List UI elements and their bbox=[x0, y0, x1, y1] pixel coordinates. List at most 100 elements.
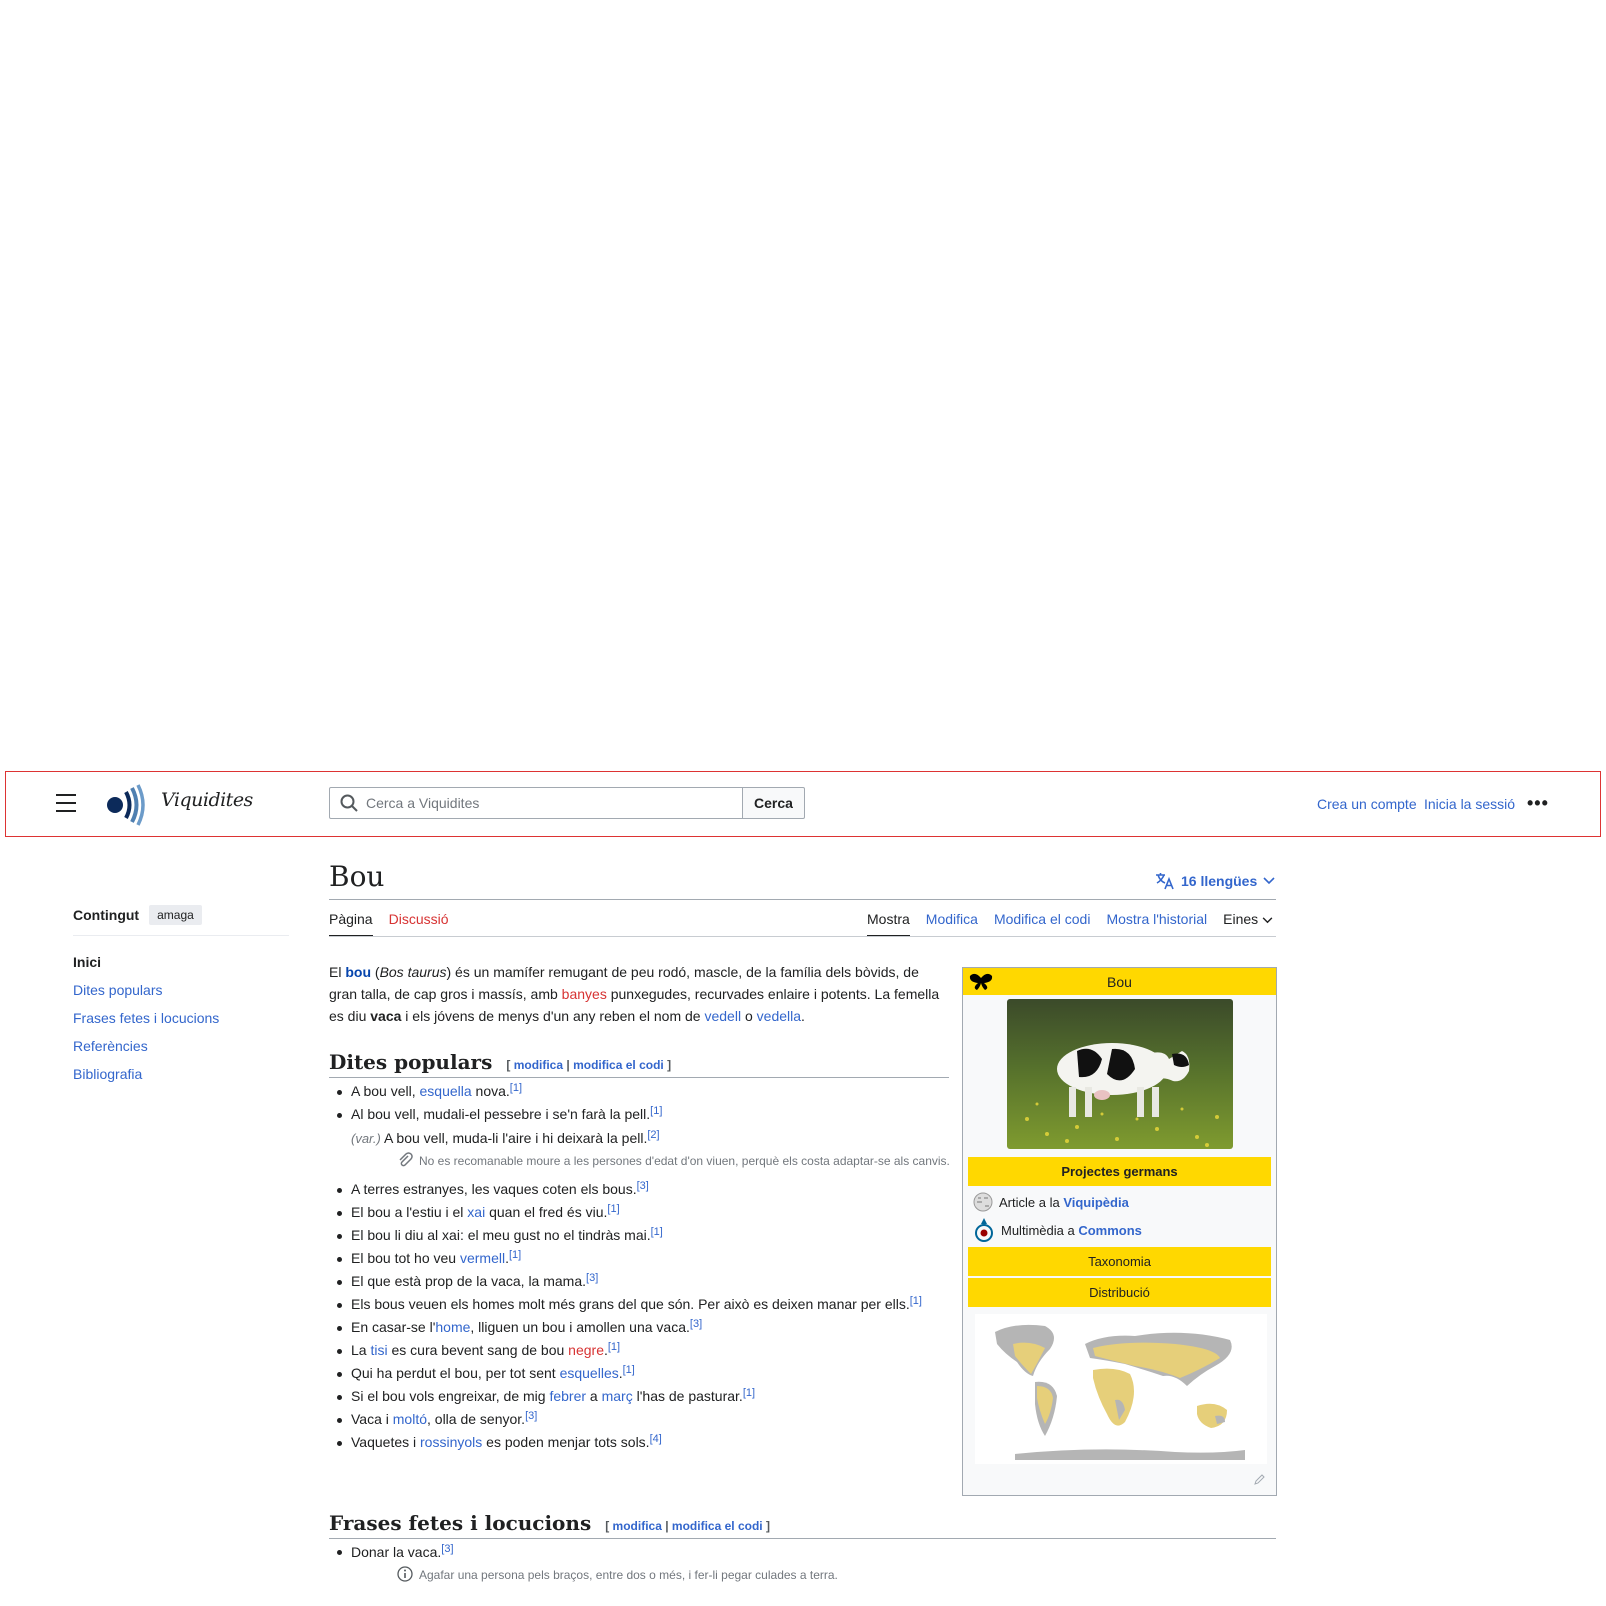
wikiquote-logo-icon[interactable] bbox=[100, 780, 150, 830]
toc-item-frases[interactable]: Frases fetes i locucions bbox=[73, 1010, 219, 1026]
tab-edit[interactable]: Modifica bbox=[926, 911, 978, 937]
taxonomy-band[interactable]: Taxonomia bbox=[968, 1247, 1271, 1276]
banyes-link[interactable]: banyes bbox=[562, 986, 607, 1002]
cow-photo[interactable] bbox=[1007, 999, 1233, 1149]
tisi-link[interactable]: tisi bbox=[370, 1342, 387, 1358]
list-item: En casar-se l'home, lliguen un bou i amo… bbox=[329, 1316, 949, 1339]
translate-icon bbox=[1156, 873, 1174, 890]
paperclip-icon bbox=[399, 1152, 413, 1167]
list-item: Vaquetes i rossinyols es poden menjar to… bbox=[329, 1431, 949, 1454]
search-icon bbox=[340, 794, 358, 812]
negre-link[interactable]: negre bbox=[568, 1342, 604, 1358]
language-button[interactable]: 16 llengües bbox=[1155, 872, 1275, 890]
list-item: El que està prop de la vaca, la mama.[3] bbox=[329, 1270, 949, 1293]
ref-link[interactable]: [3] bbox=[690, 1318, 702, 1330]
tab-discussion[interactable]: Discussió bbox=[389, 911, 449, 937]
ref-link[interactable]: [3] bbox=[441, 1543, 453, 1555]
distribution-map[interactable] bbox=[975, 1314, 1267, 1464]
list-item: El bou tot ho veu vermell.[1] bbox=[329, 1247, 949, 1270]
vermell-link[interactable]: vermell bbox=[460, 1250, 505, 1266]
create-account-link[interactable]: Crea un compte bbox=[1317, 796, 1417, 812]
tools-dropdown[interactable]: Eines bbox=[1223, 911, 1273, 937]
list-item: El bou li diu al xai: el meu gust no el … bbox=[329, 1224, 949, 1247]
section-divider bbox=[329, 1538, 1276, 1539]
list-item: Vaca i moltó, olla de senyor.[3] bbox=[329, 1408, 949, 1431]
view-tabs: Mostra Modifica Modifica el codi Mostra … bbox=[867, 911, 1273, 937]
vedella-link[interactable]: vedella bbox=[757, 1008, 801, 1024]
language-count: 16 llengües bbox=[1181, 873, 1258, 889]
intro-paragraph: El bou (Bos taurus) és un mamífer remuga… bbox=[329, 964, 940, 1024]
vedell-link[interactable]: vedell bbox=[704, 1008, 741, 1024]
ref-link[interactable]: [3] bbox=[637, 1180, 649, 1192]
login-link[interactable]: Inicia la sessió bbox=[1424, 796, 1515, 812]
xai-link[interactable]: xai bbox=[467, 1204, 485, 1220]
list-item: A bou vell, esquella nova.[1] bbox=[329, 1080, 949, 1103]
infobox-title: Bou bbox=[1107, 973, 1132, 990]
ref-link[interactable]: [1] bbox=[510, 1082, 522, 1094]
list-item: Qui ha perdut el bou, per tot sent esque… bbox=[329, 1362, 949, 1385]
edit-source-section-link[interactable]: modifica el codi bbox=[573, 1058, 664, 1072]
esquelles-link[interactable]: esquelles bbox=[560, 1365, 619, 1381]
ref-link[interactable]: [2] bbox=[647, 1129, 659, 1141]
site-header: Viquidites Cerca Crea un compte Inicia l… bbox=[5, 771, 1601, 837]
febrer-link[interactable]: febrer bbox=[549, 1388, 586, 1404]
toc-item-inici[interactable]: Inici bbox=[73, 948, 289, 976]
sister-projects-band: Projectes germans bbox=[968, 1157, 1271, 1186]
ref-link[interactable]: [4] bbox=[650, 1433, 662, 1445]
ref-link[interactable]: [3] bbox=[586, 1272, 598, 1284]
ref-link[interactable]: [1] bbox=[910, 1295, 922, 1307]
ref-link[interactable]: [1] bbox=[623, 1364, 635, 1376]
ref-link[interactable]: [1] bbox=[651, 1226, 663, 1238]
wikipedia-link[interactable]: Viquipèdia bbox=[1063, 1195, 1129, 1210]
wikipedia-globe-icon bbox=[973, 1192, 993, 1212]
main-menu-icon[interactable] bbox=[56, 794, 76, 812]
wikipedia-row: Article a la Viquipèdia bbox=[973, 1192, 1129, 1212]
rossinyols-link[interactable]: rossinyols bbox=[420, 1434, 482, 1450]
page-title: Bou bbox=[329, 860, 385, 893]
tab-history[interactable]: Mostra l'historial bbox=[1106, 911, 1207, 937]
distribution-band[interactable]: Distribució bbox=[968, 1278, 1271, 1307]
commons-row: Multimèdia a Commons bbox=[973, 1217, 1142, 1243]
toc-title: Contingut bbox=[73, 907, 140, 923]
toc-item-bibliografia[interactable]: Bibliografia bbox=[73, 1066, 142, 1082]
site-wordmark[interactable]: Viquidites bbox=[161, 789, 253, 811]
marc-link[interactable]: març bbox=[602, 1388, 633, 1404]
section-heading-frases: Frases fetes i locucions [ modifica | mo… bbox=[329, 1511, 770, 1535]
ref-link[interactable]: [3] bbox=[525, 1410, 537, 1422]
bou-link[interactable]: bou bbox=[345, 964, 371, 980]
title-divider bbox=[329, 899, 1276, 900]
molto-link[interactable]: moltó bbox=[393, 1411, 427, 1427]
esquella-link[interactable]: esquella bbox=[420, 1083, 472, 1099]
toc-hide-button[interactable]: amaga bbox=[149, 905, 202, 925]
section-edit-links: [ modifica | modifica el codi ] bbox=[605, 1519, 770, 1533]
search-input[interactable] bbox=[366, 795, 726, 811]
phrases-list: Donar la vaca.[3] Agafar una persona pel… bbox=[329, 1540, 949, 1586]
variant-line: (var.) A bou vell, muda-li l'aire i hi d… bbox=[351, 1129, 660, 1147]
list-item: La tisi es cura bevent sang de bou negre… bbox=[329, 1339, 949, 1362]
ref-link[interactable]: [1] bbox=[607, 1203, 619, 1215]
edit-pencil-icon[interactable] bbox=[1254, 1473, 1266, 1485]
namespace-tabs: Pàgina Discussió bbox=[329, 911, 449, 937]
tab-read[interactable]: Mostra bbox=[867, 911, 910, 937]
edit-section-link[interactable]: modifica bbox=[514, 1058, 563, 1072]
tab-page[interactable]: Pàgina bbox=[329, 911, 373, 937]
phrase-note: Agafar una persona pels braços, entre do… bbox=[397, 1564, 949, 1586]
toc-item-referencies[interactable]: Referències bbox=[73, 1038, 148, 1054]
quotes-list: A bou vell, esquella nova.[1] Al bou vel… bbox=[329, 1080, 950, 1454]
ref-link[interactable]: [1] bbox=[743, 1387, 755, 1399]
infobox: Bou Projectes germans Article a la Viqui… bbox=[962, 967, 1277, 1496]
search-button[interactable]: Cerca bbox=[742, 787, 805, 819]
commons-link[interactable]: Commons bbox=[1078, 1223, 1142, 1238]
section-divider bbox=[329, 1077, 949, 1078]
edit-source-section-link[interactable]: modifica el codi bbox=[672, 1519, 763, 1533]
toc-item-dites[interactable]: Dites populars bbox=[73, 982, 163, 998]
section-edit-links: [ modifica | modifica el codi ] bbox=[506, 1058, 672, 1072]
ref-link[interactable]: [1] bbox=[509, 1249, 521, 1261]
home-link[interactable]: home bbox=[435, 1319, 470, 1335]
more-options-icon[interactable]: ••• bbox=[1527, 793, 1549, 814]
ref-link[interactable]: [1] bbox=[608, 1341, 620, 1353]
tab-edit-source[interactable]: Modifica el codi bbox=[994, 911, 1091, 937]
search-box[interactable] bbox=[329, 787, 743, 819]
ref-link[interactable]: [1] bbox=[650, 1105, 662, 1117]
edit-section-link[interactable]: modifica bbox=[613, 1519, 662, 1533]
